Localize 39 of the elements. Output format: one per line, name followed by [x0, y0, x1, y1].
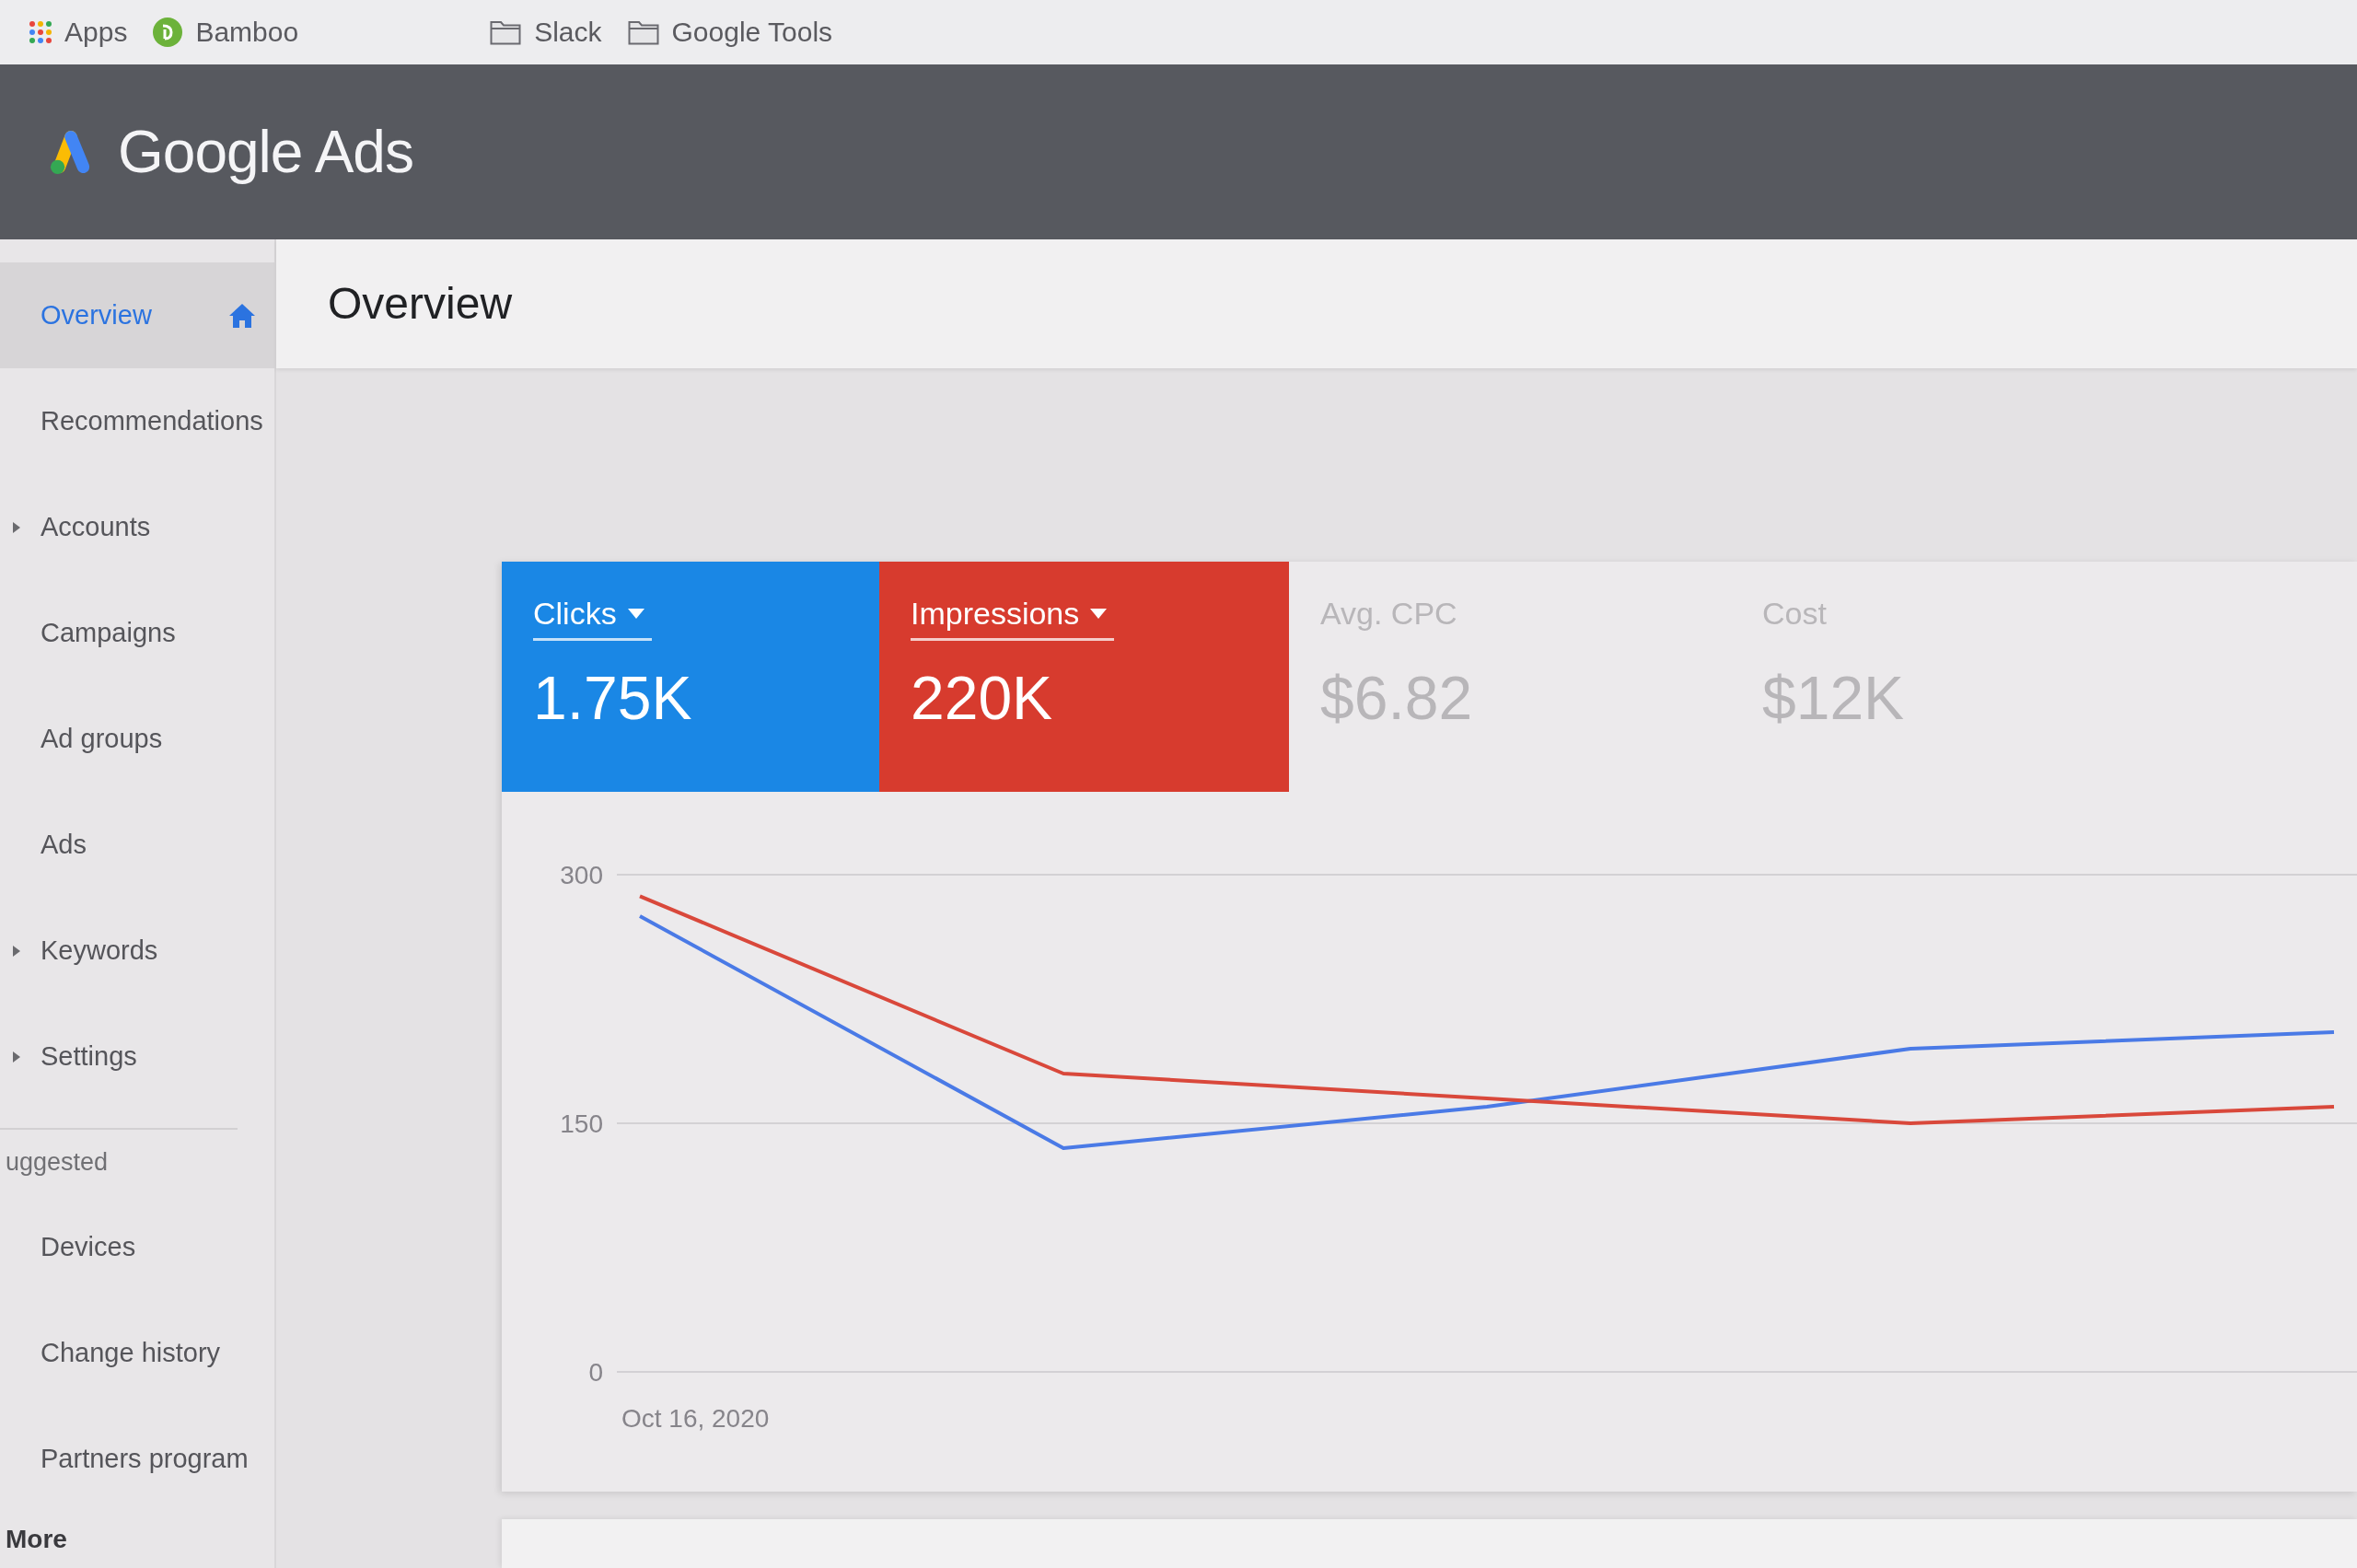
sidebar-item[interactable]: Settings — [0, 1004, 274, 1109]
sidebar-item[interactable]: Overview — [0, 262, 274, 368]
axis-label: Oct 16, 2020 — [621, 1404, 770, 1433]
sidebar-item[interactable]: Recommendations — [0, 368, 274, 474]
sidebar-item[interactable]: Ad groups — [0, 686, 274, 792]
sidebar-item[interactable]: Change history — [0, 1300, 274, 1406]
sidebar-item[interactable]: Ads — [0, 792, 274, 898]
round-logo-icon — [153, 17, 183, 47]
sidebar-item[interactable]: Keywords — [0, 898, 274, 1004]
axis-label: 0 — [588, 1358, 603, 1387]
caret-icon — [13, 1051, 20, 1063]
caret-icon — [13, 521, 20, 533]
metric-value: 220K — [911, 665, 1053, 732]
more-link[interactable]: More — [0, 1512, 274, 1567]
apps-grid-icon — [29, 21, 52, 43]
sidebar-item[interactable]: Accounts — [0, 474, 274, 580]
folder-icon — [490, 19, 522, 45]
axis-label: 300 — [560, 861, 603, 889]
caret-icon — [627, 609, 644, 620]
product-name: Google Ads — [118, 119, 413, 185]
folder-icon — [627, 19, 659, 45]
metric-tile[interactable]: Clicks 1.75K — [502, 562, 879, 792]
metric-tile[interactable]: Impressions 220K — [879, 562, 1289, 792]
apps-button[interactable]: Apps — [29, 18, 154, 46]
caret-icon — [1090, 609, 1108, 620]
folder-bookmark[interactable]: Slack — [490, 18, 628, 46]
axis-label: 150 — [560, 1109, 603, 1138]
metric-selector[interactable]: Impressions — [911, 597, 1115, 642]
home-icon — [228, 302, 256, 329]
page-title: Overview — [276, 239, 2357, 368]
sidebar-item[interactable]: Partners program — [0, 1406, 274, 1512]
section-heading: uggested — [5, 1146, 110, 1178]
sidebar-item[interactable]: Campaigns — [0, 580, 274, 686]
folder-bookmark[interactable]: Google Tools — [627, 18, 859, 46]
sidebar-item[interactable]: Devices — [0, 1194, 274, 1300]
bookmark[interactable]: Bamboo — [153, 17, 325, 47]
metric-selector[interactable]: Clicks — [533, 597, 652, 642]
metric-value: 1.75K — [533, 665, 692, 732]
caret-icon — [13, 945, 20, 957]
